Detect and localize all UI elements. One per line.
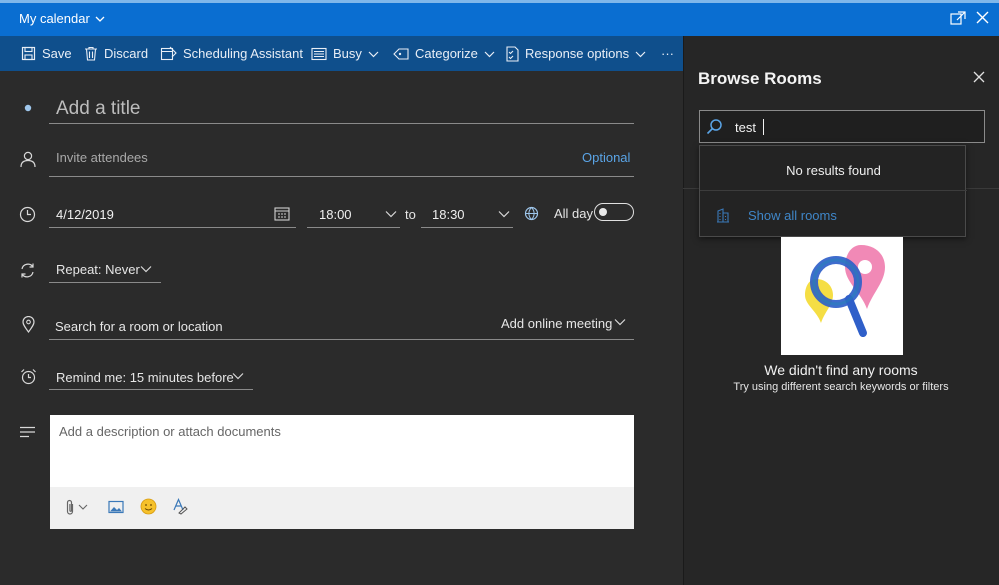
close-icon[interactable] bbox=[973, 71, 985, 83]
reminder-value: 15 minutes before bbox=[129, 370, 234, 385]
panel-title: Browse Rooms bbox=[698, 69, 822, 88]
categorize-dropdown[interactable]: Categorize bbox=[393, 36, 495, 71]
response-options-dropdown[interactable]: Response options bbox=[505, 36, 646, 71]
tag-icon bbox=[393, 47, 409, 60]
start-time-underline bbox=[307, 227, 400, 228]
repeat-label: Repeat: bbox=[56, 262, 102, 277]
room-search-input[interactable]: test bbox=[699, 110, 985, 143]
more-icon: ··· bbox=[661, 46, 674, 61]
repeat-icon bbox=[21, 263, 34, 278]
chevron-down-icon[interactable] bbox=[232, 372, 244, 380]
chevron-down-icon bbox=[635, 51, 646, 57]
calendar-selector[interactable]: My calendar bbox=[19, 11, 105, 26]
response-options-label: Response options bbox=[525, 46, 630, 61]
alarm-clock-icon bbox=[21, 369, 36, 385]
search-results-dropdown: No results found Show all rooms bbox=[699, 145, 967, 237]
trash-icon bbox=[85, 46, 97, 61]
location-underline bbox=[49, 339, 634, 340]
start-time-value[interactable]: 18:00 bbox=[319, 207, 352, 222]
chevron-down-icon[interactable] bbox=[498, 210, 510, 218]
date-underline bbox=[49, 227, 296, 228]
popout-icon[interactable] bbox=[950, 11, 966, 25]
no-rooms-illustration bbox=[781, 237, 903, 355]
text-align-icon bbox=[20, 426, 35, 438]
toolbar: Save Discard Scheduling Assistant Busy C… bbox=[0, 36, 683, 71]
scheduling-label: Scheduling Assistant bbox=[183, 46, 303, 61]
calendar-icon[interactable] bbox=[274, 206, 290, 221]
status-dot-icon bbox=[24, 104, 32, 112]
calendar-name: My calendar bbox=[19, 11, 90, 26]
show-all-rooms-label: Show all rooms bbox=[748, 208, 837, 223]
start-date-input[interactable]: 4/12/2019 bbox=[56, 207, 114, 222]
end-time-underline bbox=[421, 227, 513, 228]
title-underline bbox=[49, 123, 634, 124]
description-toolbar bbox=[50, 487, 634, 529]
no-results-message: No results found bbox=[786, 163, 881, 178]
title-bar bbox=[0, 0, 999, 36]
save-button[interactable]: Save bbox=[21, 36, 72, 71]
busy-status-icon bbox=[311, 47, 327, 60]
location-pin-icon bbox=[22, 316, 35, 333]
attendees-underline bbox=[49, 176, 634, 177]
scheduling-assistant-button[interactable]: Scheduling Assistant bbox=[160, 36, 303, 71]
scheduling-icon bbox=[160, 46, 177, 61]
show-all-rooms-link[interactable]: Show all rooms bbox=[716, 208, 837, 223]
toggle-knob bbox=[599, 207, 607, 216]
chevron-down-icon bbox=[484, 51, 495, 57]
more-options-button[interactable]: ··· bbox=[661, 36, 674, 71]
response-options-icon bbox=[506, 45, 519, 62]
discard-button[interactable]: Discard bbox=[84, 36, 148, 71]
empty-state-title: We didn't find any rooms bbox=[764, 362, 918, 378]
end-time-value[interactable]: 18:30 bbox=[432, 207, 465, 222]
reminder-dropdown[interactable]: Remind me: 15 minutes before bbox=[56, 370, 234, 385]
chevron-down-icon[interactable] bbox=[614, 318, 626, 326]
categorize-label: Categorize bbox=[415, 46, 478, 61]
all-day-toggle[interactable] bbox=[594, 203, 634, 221]
clock-icon bbox=[19, 206, 36, 223]
dropdown-divider bbox=[700, 190, 967, 191]
empty-state-subtitle: Try using different search keywords or f… bbox=[733, 381, 949, 393]
close-window-icon[interactable] bbox=[976, 11, 989, 24]
time-range-separator: to bbox=[405, 207, 416, 222]
online-meeting-label: Add online meeting bbox=[501, 316, 613, 331]
save-label: Save bbox=[42, 46, 72, 61]
search-icon bbox=[706, 119, 722, 135]
emoji-icon[interactable] bbox=[140, 498, 157, 515]
format-text-icon[interactable] bbox=[172, 498, 188, 515]
person-icon bbox=[20, 151, 36, 168]
chevron-down-icon bbox=[368, 51, 379, 57]
repeat-underline bbox=[49, 282, 161, 283]
repeat-dropdown[interactable]: Repeat: Never bbox=[56, 262, 140, 277]
event-title-input[interactable]: Add a title bbox=[56, 98, 141, 120]
description-placeholder: Add a description or attach documents bbox=[59, 424, 281, 439]
reminder-label: Remind me: bbox=[56, 370, 127, 385]
all-day-label: All day bbox=[554, 206, 594, 221]
busy-dropdown[interactable]: Busy bbox=[311, 36, 379, 71]
chevron-down-icon bbox=[95, 16, 105, 22]
time-zone-icon[interactable] bbox=[524, 206, 539, 221]
chevron-down-icon[interactable] bbox=[140, 265, 152, 273]
image-icon[interactable] bbox=[108, 500, 124, 514]
repeat-value: Never bbox=[105, 262, 140, 277]
save-icon bbox=[21, 46, 36, 61]
building-icon bbox=[717, 208, 729, 223]
chevron-down-icon[interactable] bbox=[78, 504, 88, 511]
invite-attendees-input[interactable]: Invite attendees bbox=[56, 150, 148, 165]
online-meeting-dropdown[interactable]: Add online meeting bbox=[501, 316, 612, 331]
location-input[interactable]: Search for a room or location bbox=[55, 319, 223, 334]
paperclip-icon[interactable] bbox=[65, 499, 75, 516]
chevron-down-icon[interactable] bbox=[385, 210, 397, 218]
busy-label: Busy bbox=[333, 46, 362, 61]
discard-label: Discard bbox=[104, 46, 149, 61]
optional-attendees-link[interactable]: Optional bbox=[582, 150, 630, 165]
reminder-underline bbox=[49, 389, 253, 390]
search-value: test bbox=[735, 120, 756, 135]
text-cursor bbox=[763, 119, 764, 135]
